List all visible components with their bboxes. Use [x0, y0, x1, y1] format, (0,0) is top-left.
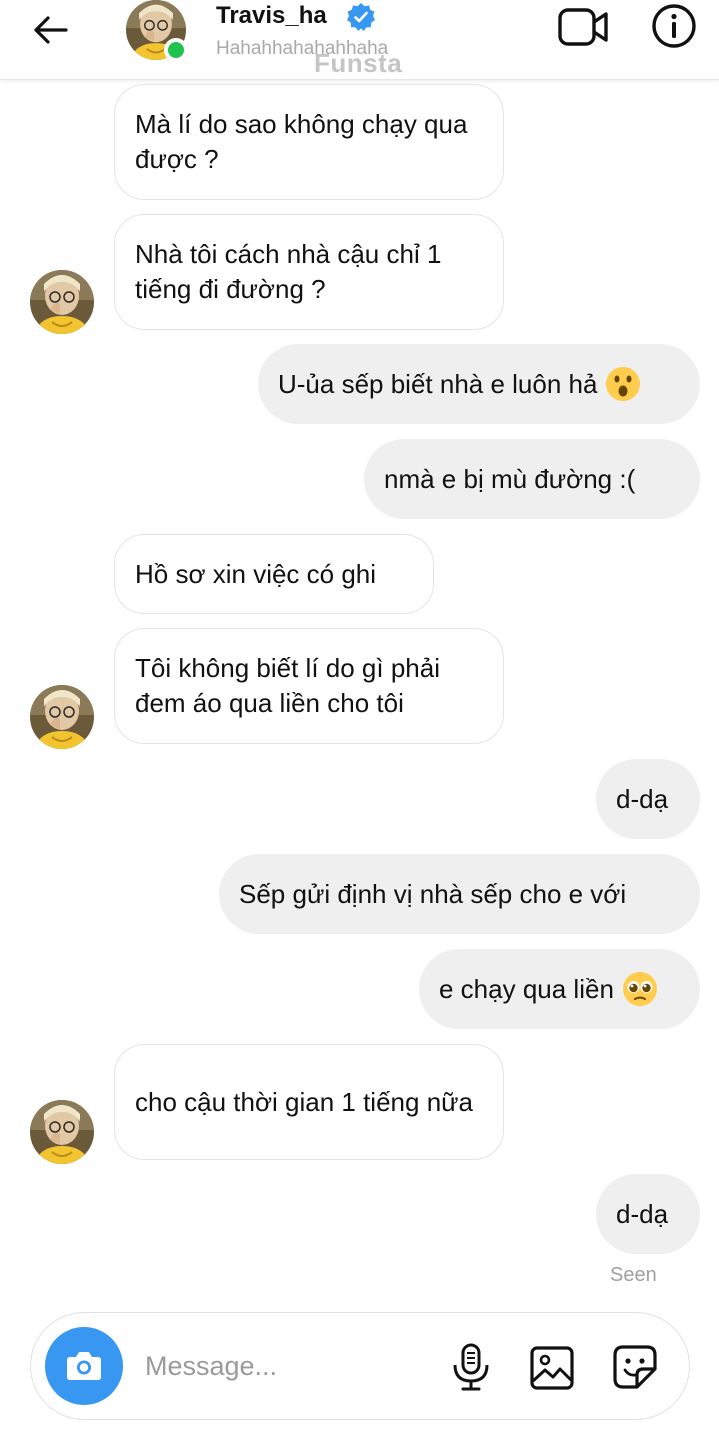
message-bubble-incoming[interactable]: Mà lí do sao không chạy qua được ?	[114, 84, 504, 200]
astonished-face-icon	[605, 366, 641, 402]
microphone-icon[interactable]	[449, 1343, 493, 1391]
message-text: Hồ sơ xin việc có ghi	[135, 558, 377, 589]
message-text: U-ủa sếp biết nhà e luôn hả	[278, 368, 598, 399]
message-text: e chạy qua liền	[439, 973, 614, 1004]
message-text: Mà lí do sao không chạy qua được ?	[135, 109, 468, 174]
message-text: d-dạ	[616, 783, 669, 814]
message-bubble-outgoing[interactable]: U-ủa sếp biết nhà e luôn hả	[258, 344, 700, 424]
pleading-face-icon	[622, 971, 658, 1007]
gallery-icon[interactable]	[529, 1345, 575, 1391]
message-text: nmà e bị mù đường :(	[384, 463, 636, 494]
message-composer	[30, 1312, 690, 1420]
video-call-icon[interactable]	[556, 4, 612, 50]
message-bubble-incoming[interactable]: Tôi không biết lí do gì phải đem áo qua …	[114, 628, 504, 744]
message-bubble-incoming[interactable]: Hồ sơ xin việc có ghi	[114, 534, 434, 614]
message-bubble-incoming[interactable]: cho cậu thời gian 1 tiếng nữa	[114, 1044, 504, 1160]
message-bubble-incoming[interactable]: Nhà tôi cách nhà cậu chỉ 1 tiếng đi đườn…	[114, 214, 504, 330]
message-bubble-outgoing[interactable]: Sếp gửi định vị nhà sếp cho e với	[219, 854, 700, 934]
seen-indicator: Seen	[610, 1264, 657, 1286]
verified-badge-icon	[346, 2, 376, 32]
message-bubble-outgoing[interactable]: d-dạ	[596, 759, 700, 839]
message-bubble-outgoing[interactable]: d-dạ	[596, 1174, 700, 1254]
message-text: cho cậu thời gian 1 tiếng nữa	[135, 1086, 474, 1117]
camera-icon[interactable]	[45, 1327, 123, 1405]
watermark: Funsta	[314, 48, 403, 78]
sender-avatar[interactable]	[30, 1100, 94, 1164]
sender-avatar[interactable]	[30, 270, 94, 334]
message-text: d-dạ	[616, 1198, 669, 1229]
message-text: Tôi không biết lí do gì phải đem áo qua …	[135, 653, 440, 718]
back-arrow-icon[interactable]	[28, 8, 72, 52]
online-status-dot	[164, 38, 188, 62]
sticker-icon[interactable]	[611, 1343, 659, 1391]
sender-avatar[interactable]	[30, 685, 94, 749]
message-text: Nhà tôi cách nhà cậu chỉ 1 tiếng đi đườn…	[135, 239, 442, 304]
message-text: Sếp gửi định vị nhà sếp cho e với	[239, 878, 627, 909]
message-input[interactable]	[145, 1343, 425, 1389]
message-bubble-outgoing[interactable]: nmà e bị mù đường :(	[364, 439, 700, 519]
chat-header: Travis_ha Hahahhahahahhaha Funsta	[0, 0, 719, 80]
message-bubble-outgoing[interactable]: e chạy qua liền	[419, 949, 700, 1029]
info-icon[interactable]	[650, 2, 698, 50]
contact-name[interactable]: Travis_ha	[216, 2, 327, 30]
